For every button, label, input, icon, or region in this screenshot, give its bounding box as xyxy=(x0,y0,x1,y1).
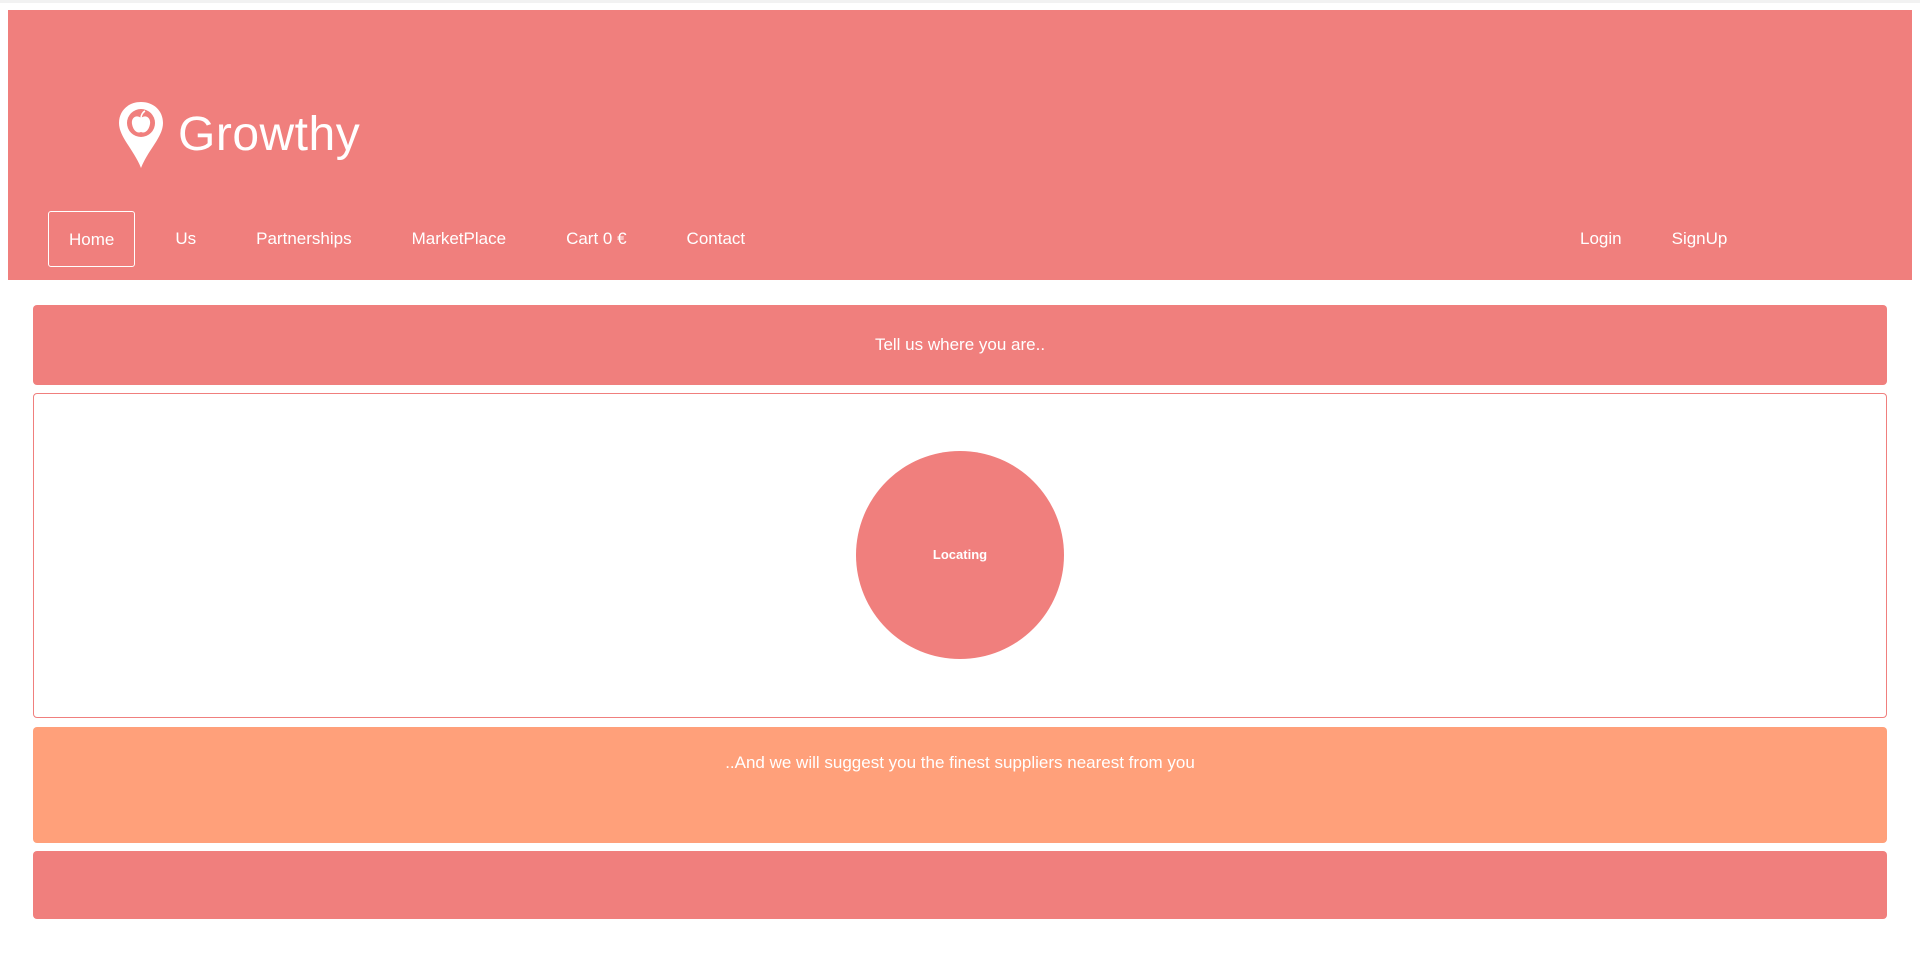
suggest-banner: ..And we will suggest you the finest sup… xyxy=(33,727,1887,843)
nav-home[interactable]: Home xyxy=(48,211,136,267)
brand-logo[interactable]: Growthy xyxy=(116,100,360,170)
location-panel: Locating xyxy=(33,393,1887,718)
nav-cart[interactable]: Cart 0 € xyxy=(546,211,646,267)
login-link[interactable]: Login xyxy=(1560,211,1642,267)
tell-location-banner: Tell us where you are.. xyxy=(33,305,1887,385)
nav-us[interactable]: Us xyxy=(155,211,216,267)
nav-partnerships[interactable]: Partnerships xyxy=(236,211,371,267)
map-pin-apple-icon xyxy=(119,102,163,168)
main-nav: Home Us Partnerships MarketPlace Cart 0 … xyxy=(48,211,785,267)
account-nav: Login SignUp xyxy=(1560,211,1757,267)
brand-name: Growthy xyxy=(178,108,361,161)
nav-contact[interactable]: Contact xyxy=(667,211,766,267)
nav-marketplace[interactable]: MarketPlace xyxy=(392,211,526,267)
site-header: Growthy Home Us Partnerships MarketPlace… xyxy=(8,10,1912,280)
suggest-text: ..And we will suggest you the finest sup… xyxy=(725,753,1195,772)
tell-location-text: Tell us where you are.. xyxy=(874,335,1046,354)
locating-button[interactable]: Locating xyxy=(856,451,1064,659)
signup-link[interactable]: SignUp xyxy=(1652,211,1748,267)
bottom-banner xyxy=(33,851,1887,919)
top-border xyxy=(0,0,1920,3)
